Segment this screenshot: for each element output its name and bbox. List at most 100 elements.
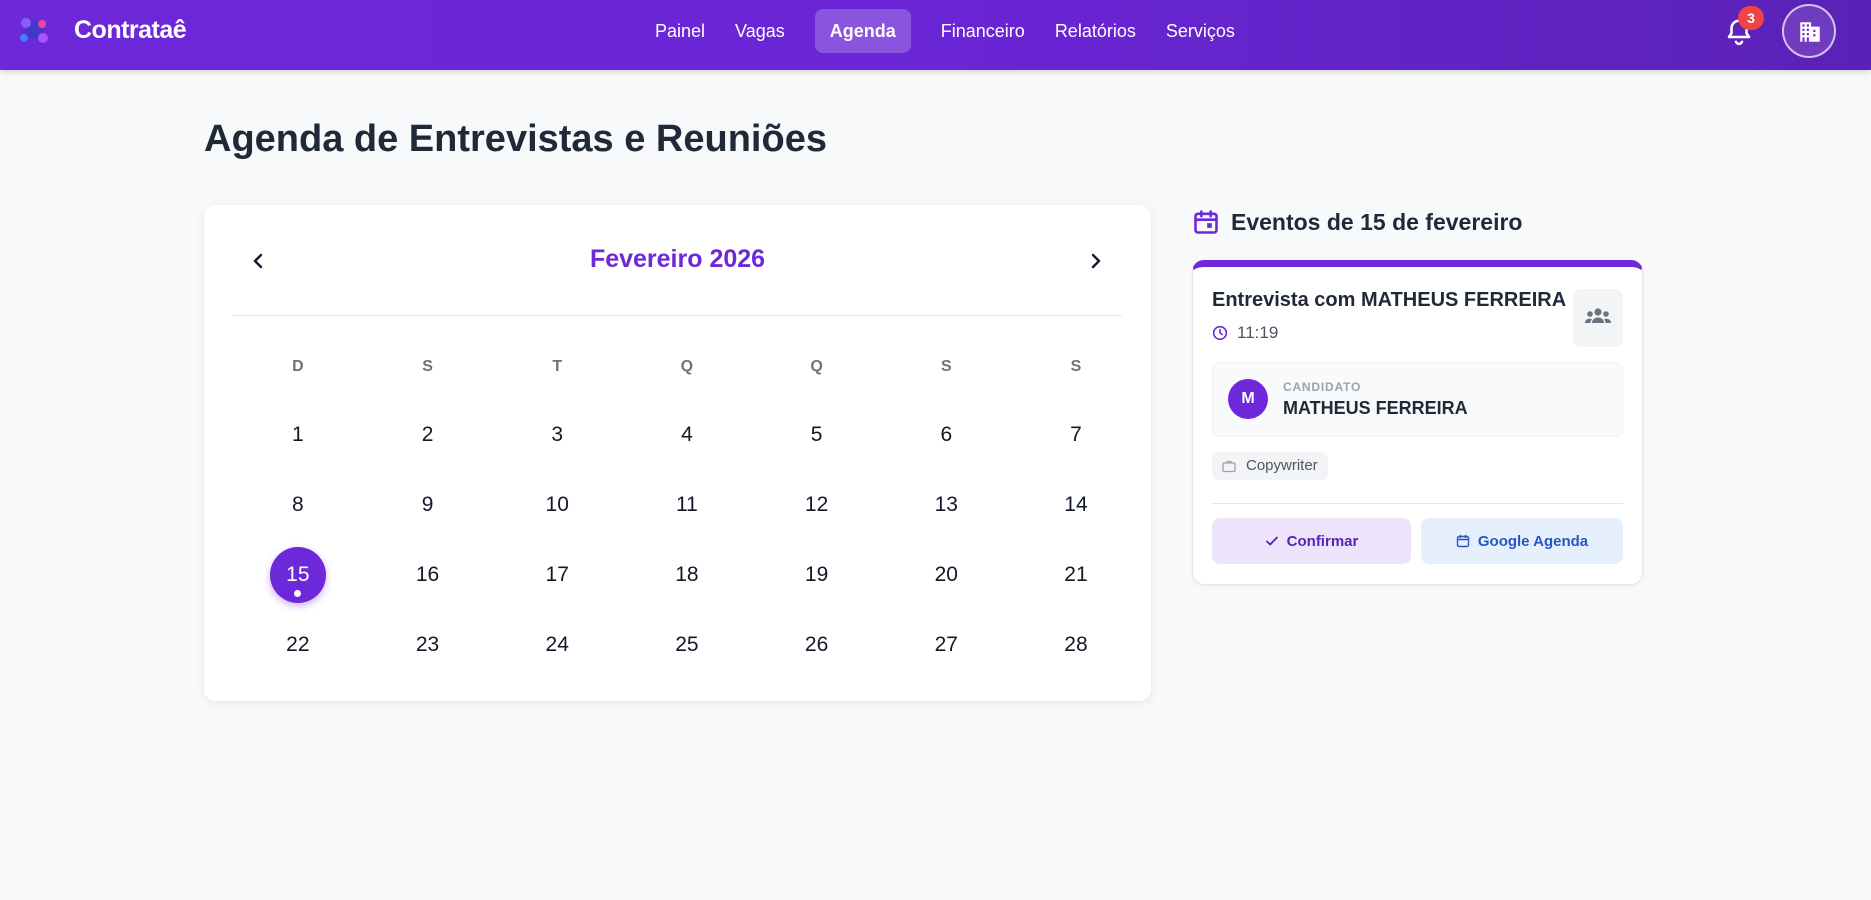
calendar-grid: 1 2 3 4 5 6 7 8 9 10 11 12 13 14 15 16 17 18 19 20 21 22 23 24 2…	[233, 400, 1141, 680]
confirm-button[interactable]: Confirmar	[1212, 518, 1411, 564]
calendar-day-label: 17	[545, 563, 569, 586]
clock-icon	[1212, 325, 1228, 341]
calendar-day-label: 3	[551, 423, 564, 446]
calendar-day-number: 23	[400, 617, 456, 673]
calendar-day[interactable]: 23	[363, 610, 493, 680]
calendar-day-number: 17	[529, 547, 585, 603]
weekday-label: S	[1070, 358, 1082, 375]
calendar-day-number: 6	[918, 407, 974, 463]
calendar-day-label: 28	[1064, 633, 1088, 656]
calendar-day-number: 2	[400, 407, 456, 463]
calendar-day-label: 8	[292, 493, 304, 516]
nav-item-vagas[interactable]: Vagas	[720, 9, 800, 53]
calendar-day-number: 25	[659, 617, 715, 673]
calendar-day-label: 26	[804, 633, 829, 656]
calendar-day-label: 20	[934, 563, 958, 586]
calendar-day-number: 1	[270, 407, 326, 463]
people-group-icon	[1585, 308, 1611, 323]
calendar-day[interactable]: 28	[1011, 610, 1141, 680]
main-nav: Painel Vagas Agenda Financeiro Relatório…	[640, 9, 1250, 53]
weekday-label: D	[292, 358, 304, 375]
calendar-day[interactable]: 17	[492, 540, 622, 610]
calendar-day[interactable]: 25	[622, 610, 752, 680]
calendar-day[interactable]: 13	[881, 470, 1011, 540]
calendar-day-number: 20	[918, 547, 974, 603]
calendar-day[interactable]: 19	[752, 540, 882, 610]
brand-name[interactable]: Contrataê	[74, 16, 187, 45]
calendar-day[interactable]: 26	[752, 610, 882, 680]
calendar-day[interactable]: 12	[752, 470, 882, 540]
calendar-day[interactable]: 3	[492, 400, 622, 470]
events-heading: Eventos de 15 de fevereiro	[1231, 209, 1523, 235]
nav-item-painel[interactable]: Painel	[640, 9, 720, 53]
nav-item-agenda[interactable]: Agenda	[814, 9, 911, 53]
calendar-day-label: 1	[292, 423, 304, 446]
calendar-day[interactable]: 2	[363, 400, 493, 470]
confirm-button-label: Confirmar	[1286, 532, 1359, 550]
calendar-day-number: 10	[529, 477, 585, 533]
google-calendar-button-label: Google Agenda	[1477, 532, 1589, 550]
calendar-day-label: 25	[675, 633, 699, 656]
calendar-day[interactable]: 24	[492, 610, 622, 680]
building-icon	[1800, 22, 1820, 42]
calendar-day-number: 5	[789, 407, 845, 463]
calendar-day-number: 12	[789, 477, 845, 533]
calendar-day-label: 7	[1070, 423, 1082, 446]
weekday-label: S	[422, 358, 433, 375]
page-title: Agenda de Entrevistas e Reuniões	[204, 118, 827, 160]
calendar-day-number: 11	[659, 477, 715, 533]
calendar-day-label: 6	[940, 423, 953, 446]
notification-badge: 3	[1738, 6, 1764, 30]
google-calendar-button[interactable]: Google Agenda	[1421, 518, 1623, 564]
calendar-day-label: 11	[676, 493, 698, 516]
calendar-day[interactable]: 11	[622, 470, 752, 540]
calendar-day-label: 15	[286, 563, 310, 586]
profile-button[interactable]	[1782, 4, 1836, 58]
job-chip: Copywriter	[1212, 452, 1328, 480]
calendar-month-label: Fevereiro 2026	[589, 245, 766, 273]
calendar-day[interactable]: 15	[233, 540, 363, 610]
candidate-name[interactable]: MATHEUS FERREIRA	[1283, 398, 1468, 419]
calendar-day[interactable]: 8	[233, 470, 363, 540]
calendar-day[interactable]: 18	[622, 540, 752, 610]
logo-icon[interactable]	[14, 12, 54, 48]
calendar-day[interactable]: 6	[881, 400, 1011, 470]
nav-item-relatorios[interactable]: Relatórios	[1040, 9, 1151, 53]
calendar-day[interactable]: 9	[363, 470, 493, 540]
calendar-day[interactable]: 20	[881, 540, 1011, 610]
weekday-label: T	[552, 358, 563, 375]
nav-item-servicos[interactable]: Serviços	[1151, 9, 1250, 53]
calendar-day[interactable]: 21	[1011, 540, 1141, 610]
calendar-day-label: 27	[934, 633, 958, 656]
calendar-day-label: 18	[675, 563, 699, 586]
candidate-label: CANDIDATO	[1283, 380, 1362, 394]
calendar-day-number: 16	[400, 547, 456, 603]
weekday-label: Q	[810, 358, 823, 375]
event-divider	[1212, 503, 1623, 504]
chevron-right-icon[interactable]	[1078, 243, 1114, 279]
calendar-day[interactable]: 27	[881, 610, 1011, 680]
calendar-day[interactable]: 16	[363, 540, 493, 610]
weekday-label: Q	[680, 358, 694, 375]
calendar-day[interactable]: 14	[1011, 470, 1141, 540]
event-title: Entrevista com MATHEUS FERREIRA	[1212, 289, 1567, 311]
calendar-day-number: 3	[529, 407, 585, 463]
calendar-event-icon	[1194, 210, 1218, 234]
calendar-weekdays: D S T Q Q S S	[233, 358, 1141, 376]
event-time: 11:19	[1237, 323, 1279, 342]
calendar-day-label: 13	[934, 493, 958, 516]
calendar-day[interactable]: 5	[752, 400, 882, 470]
job-title: Copywriter	[1246, 457, 1318, 474]
top-navbar: Contrataê Painel Vagas Agenda Financeiro…	[0, 0, 1871, 70]
calendar-day[interactable]: 7	[1011, 400, 1141, 470]
calendar-day-label: 5	[810, 423, 823, 446]
calendar-day-label: 12	[804, 493, 829, 516]
calendar-day[interactable]: 22	[233, 610, 363, 680]
calendar-day[interactable]: 10	[492, 470, 622, 540]
calendar-day[interactable]: 4	[622, 400, 752, 470]
calendar-day-number: 4	[659, 407, 715, 463]
calendar-day-number: 9	[400, 477, 456, 533]
nav-item-financeiro[interactable]: Financeiro	[926, 9, 1040, 53]
calendar-day-number: 13	[918, 477, 974, 533]
calendar-day[interactable]: 1	[233, 400, 363, 470]
